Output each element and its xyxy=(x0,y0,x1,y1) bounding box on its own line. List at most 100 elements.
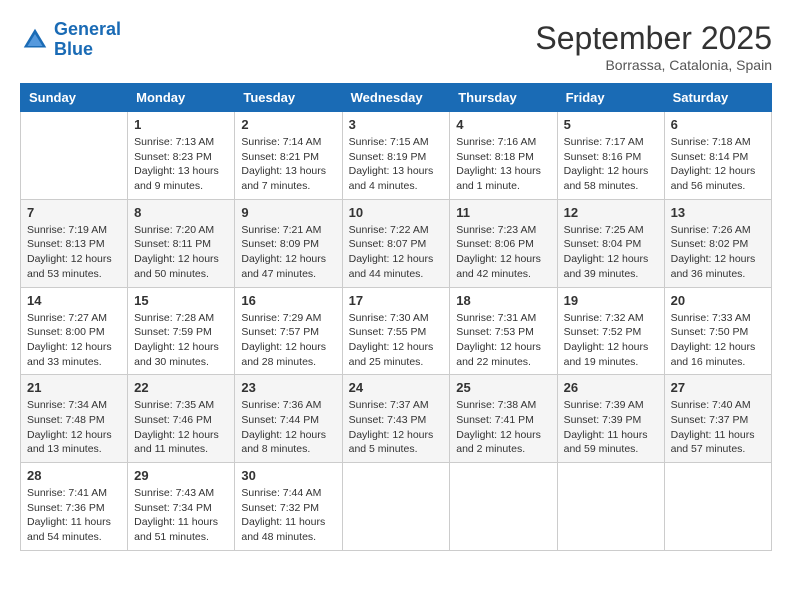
day-info: Sunrise: 7:31 AMSunset: 7:53 PMDaylight:… xyxy=(456,311,550,370)
calendar-cell xyxy=(342,463,450,551)
calendar-cell: 9 Sunrise: 7:21 AMSunset: 8:09 PMDaylight… xyxy=(235,199,342,287)
calendar-cell: 1Sunrise: 7:13 AMSunset: 8:23 PMDaylight… xyxy=(128,112,235,200)
calendar-cell: 2 Sunrise: 7:14 AMSunset: 8:21 PMDaylight… xyxy=(235,112,342,200)
day-info: Sunrise: 7:19 AMSunset: 8:13 PMDaylight:… xyxy=(27,223,121,282)
day-number: 18 xyxy=(456,293,550,308)
calendar-cell: 27 Sunrise: 7:40 AMSunset: 7:37 PMDayligh… xyxy=(664,375,771,463)
day-info: Sunrise: 7:18 AMSunset: 8:14 PMDaylight:… xyxy=(671,135,765,194)
calendar-cell: 6 Sunrise: 7:18 AMSunset: 8:14 PMDaylight… xyxy=(664,112,771,200)
calendar-cell: 3Sunrise: 7:15 AMSunset: 8:19 PMDaylight… xyxy=(342,112,450,200)
day-number: 22 xyxy=(134,380,228,395)
header-day: Sunday xyxy=(21,84,128,112)
day-info: Sunrise: 7:35 AMSunset: 7:46 PMDaylight:… xyxy=(134,398,228,457)
day-number: 23 xyxy=(241,380,335,395)
day-number: 13 xyxy=(671,205,765,220)
day-info: Sunrise: 7:41 AMSunset: 7:36 PMDaylight:… xyxy=(27,486,121,545)
day-info: Sunrise: 7:21 AMSunset: 8:09 PMDaylight:… xyxy=(241,223,335,282)
day-info: Sunrise: 7:26 AMSunset: 8:02 PMDaylight:… xyxy=(671,223,765,282)
day-info: Sunrise: 7:29 AMSunset: 7:57 PMDaylight:… xyxy=(241,311,335,370)
day-info: Sunrise: 7:44 AMSunset: 7:32 PMDaylight:… xyxy=(241,486,335,545)
calendar-cell: 22 Sunrise: 7:35 AMSunset: 7:46 PMDayligh… xyxy=(128,375,235,463)
day-number: 26 xyxy=(564,380,658,395)
logo-text: General Blue xyxy=(54,20,121,60)
day-number: 21 xyxy=(27,380,121,395)
calendar-cell xyxy=(21,112,128,200)
calendar-week-row: 7 Sunrise: 7:19 AMSunset: 8:13 PMDaylight… xyxy=(21,199,772,287)
calendar-cell: 4 Sunrise: 7:16 AMSunset: 8:18 PMDaylight… xyxy=(450,112,557,200)
day-info: Sunrise: 7:39 AMSunset: 7:39 PMDaylight:… xyxy=(564,398,658,457)
calendar-cell: 13 Sunrise: 7:26 AMSunset: 8:02 PMDayligh… xyxy=(664,199,771,287)
calendar-cell: 20Sunrise: 7:33 AMSunset: 7:50 PMDayligh… xyxy=(664,287,771,375)
calendar-header-row: SundayMondayTuesdayWednesdayThursdayFrid… xyxy=(21,84,772,112)
day-number: 4 xyxy=(456,117,550,132)
calendar-cell xyxy=(450,463,557,551)
day-info: Sunrise: 7:34 AMSunset: 7:48 PMDaylight:… xyxy=(27,398,121,457)
calendar-cell: 26 Sunrise: 7:39 AMSunset: 7:39 PMDayligh… xyxy=(557,375,664,463)
logo-line2: Blue xyxy=(54,39,93,59)
day-info: Sunrise: 7:30 AMSunset: 7:55 PMDaylight:… xyxy=(349,311,444,370)
calendar-cell: 14Sunrise: 7:27 AMSunset: 8:00 PMDayligh… xyxy=(21,287,128,375)
calendar-cell: 24 Sunrise: 7:37 AMSunset: 7:43 PMDayligh… xyxy=(342,375,450,463)
logo: General Blue xyxy=(20,20,121,60)
header-day: Tuesday xyxy=(235,84,342,112)
header-day: Thursday xyxy=(450,84,557,112)
day-info: Sunrise: 7:32 AMSunset: 7:52 PMDaylight:… xyxy=(564,311,658,370)
day-number: 6 xyxy=(671,117,765,132)
day-number: 19 xyxy=(564,293,658,308)
header-day: Saturday xyxy=(664,84,771,112)
header-day: Wednesday xyxy=(342,84,450,112)
day-number: 8 xyxy=(134,205,228,220)
day-info: Sunrise: 7:27 AMSunset: 8:00 PMDaylight:… xyxy=(27,311,121,370)
day-info: Sunrise: 7:17 AMSunset: 8:16 PMDaylight:… xyxy=(564,135,658,194)
header-day: Friday xyxy=(557,84,664,112)
day-number: 7 xyxy=(27,205,121,220)
day-number: 11 xyxy=(456,205,550,220)
calendar-body: 1Sunrise: 7:13 AMSunset: 8:23 PMDaylight… xyxy=(21,112,772,551)
calendar-cell: 18 Sunrise: 7:31 AMSunset: 7:53 PMDayligh… xyxy=(450,287,557,375)
day-number: 24 xyxy=(349,380,444,395)
day-info: Sunrise: 7:14 AMSunset: 8:21 PMDaylight:… xyxy=(241,135,335,194)
logo-line1: General xyxy=(54,19,121,39)
calendar-cell: 17 Sunrise: 7:30 AMSunset: 7:55 PMDayligh… xyxy=(342,287,450,375)
title-block: September 2025 Borrassa, Catalonia, Spai… xyxy=(535,20,772,73)
calendar-cell: 10Sunrise: 7:22 AMSunset: 8:07 PMDayligh… xyxy=(342,199,450,287)
day-number: 20 xyxy=(671,293,765,308)
day-info: Sunrise: 7:23 AMSunset: 8:06 PMDaylight:… xyxy=(456,223,550,282)
day-info: Sunrise: 7:20 AMSunset: 8:11 PMDaylight:… xyxy=(134,223,228,282)
day-number: 29 xyxy=(134,468,228,483)
day-number: 9 xyxy=(241,205,335,220)
calendar-week-row: 28Sunrise: 7:41 AMSunset: 7:36 PMDayligh… xyxy=(21,463,772,551)
calendar-table: SundayMondayTuesdayWednesdayThursdayFrid… xyxy=(20,83,772,551)
calendar-cell: 8 Sunrise: 7:20 AMSunset: 8:11 PMDaylight… xyxy=(128,199,235,287)
day-number: 2 xyxy=(241,117,335,132)
calendar-cell: 5 Sunrise: 7:17 AMSunset: 8:16 PMDaylight… xyxy=(557,112,664,200)
calendar-cell: 29 Sunrise: 7:43 AMSunset: 7:34 PMDayligh… xyxy=(128,463,235,551)
calendar-week-row: 21 Sunrise: 7:34 AMSunset: 7:48 PMDayligh… xyxy=(21,375,772,463)
day-info: Sunrise: 7:16 AMSunset: 8:18 PMDaylight:… xyxy=(456,135,550,194)
day-info: Sunrise: 7:36 AMSunset: 7:44 PMDaylight:… xyxy=(241,398,335,457)
day-info: Sunrise: 7:25 AMSunset: 8:04 PMDaylight:… xyxy=(564,223,658,282)
day-number: 12 xyxy=(564,205,658,220)
day-number: 27 xyxy=(671,380,765,395)
calendar-cell: 23 Sunrise: 7:36 AMSunset: 7:44 PMDayligh… xyxy=(235,375,342,463)
day-info: Sunrise: 7:38 AMSunset: 7:41 PMDaylight:… xyxy=(456,398,550,457)
day-number: 30 xyxy=(241,468,335,483)
day-number: 5 xyxy=(564,117,658,132)
calendar-week-row: 14Sunrise: 7:27 AMSunset: 8:00 PMDayligh… xyxy=(21,287,772,375)
day-number: 17 xyxy=(349,293,444,308)
day-info: Sunrise: 7:43 AMSunset: 7:34 PMDaylight:… xyxy=(134,486,228,545)
calendar-cell: 30 Sunrise: 7:44 AMSunset: 7:32 PMDayligh… xyxy=(235,463,342,551)
page-header: General Blue September 2025 Borrassa, Ca… xyxy=(20,20,772,73)
calendar-cell xyxy=(557,463,664,551)
day-info: Sunrise: 7:13 AMSunset: 8:23 PMDaylight:… xyxy=(134,135,228,194)
day-info: Sunrise: 7:37 AMSunset: 7:43 PMDaylight:… xyxy=(349,398,444,457)
calendar-cell: 7 Sunrise: 7:19 AMSunset: 8:13 PMDaylight… xyxy=(21,199,128,287)
day-info: Sunrise: 7:22 AMSunset: 8:07 PMDaylight:… xyxy=(349,223,444,282)
day-info: Sunrise: 7:40 AMSunset: 7:37 PMDaylight:… xyxy=(671,398,765,457)
calendar-cell: 12 Sunrise: 7:25 AMSunset: 8:04 PMDayligh… xyxy=(557,199,664,287)
calendar-cell: 25Sunrise: 7:38 AMSunset: 7:41 PMDayligh… xyxy=(450,375,557,463)
header-day: Monday xyxy=(128,84,235,112)
day-info: Sunrise: 7:28 AMSunset: 7:59 PMDaylight:… xyxy=(134,311,228,370)
calendar-cell xyxy=(664,463,771,551)
day-info: Sunrise: 7:15 AMSunset: 8:19 PMDaylight:… xyxy=(349,135,444,194)
